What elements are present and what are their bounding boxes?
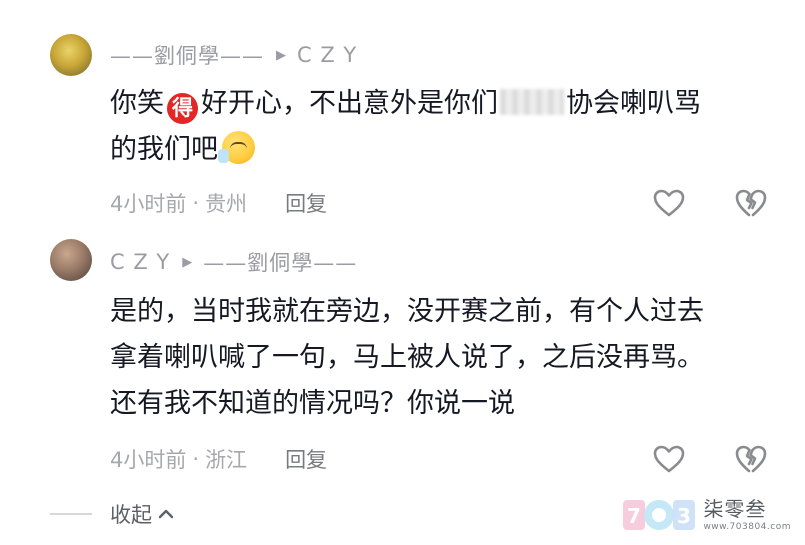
- reply-arrow-icon: ▶: [182, 254, 194, 270]
- comment-segment: 的我们吧: [110, 134, 218, 165]
- broken-heart-icon: [735, 189, 767, 217]
- avatar[interactable]: [50, 239, 92, 281]
- comment-header: C Z Y ▶ ——劉侗學——: [110, 247, 357, 277]
- thinking-face-emoji-icon: [218, 131, 255, 164]
- comment-meta: 4小时前 · 浙江 回复: [110, 441, 327, 477]
- divider: [50, 513, 92, 515]
- dislike-button[interactable]: [733, 185, 769, 221]
- reply-to-name[interactable]: C Z Y: [297, 43, 357, 67]
- timestamp: 4小时前: [110, 192, 187, 216]
- comment-line: 还有我不知道的情况吗？你说一说: [110, 388, 515, 419]
- location: 浙江: [205, 448, 248, 472]
- avatar[interactable]: [50, 34, 92, 76]
- blurred-text: [500, 89, 564, 115]
- timestamp: 4小时前: [110, 448, 187, 472]
- watermark-brand: 柒零叁: [703, 497, 767, 521]
- meta-separator: ·: [192, 447, 200, 471]
- comment-meta: 4小时前 · 贵州 回复: [110, 185, 327, 221]
- reply-arrow-icon: ▶: [276, 47, 287, 63]
- like-button[interactable]: [651, 185, 687, 221]
- comment-header: ——劉侗學—— ▶ C Z Y: [110, 40, 357, 70]
- comment-segment: 你笑: [110, 88, 164, 119]
- heart-outline-icon: [653, 445, 685, 473]
- comment-text: 是的，当时我就在旁边，没开赛之前，有个人过去 拿着喇叭喊了一句，马上被人说了，之…: [110, 289, 704, 427]
- heart-outline-icon: [653, 189, 685, 217]
- de-badge-icon: 得: [167, 93, 198, 124]
- broken-heart-icon: [735, 445, 767, 473]
- meta-separator: ·: [192, 191, 200, 215]
- svg-text:7: 7: [627, 504, 641, 528]
- watermark: 7 3 柒零叁 www.703804.com: [621, 493, 791, 537]
- watermark-url: www.703804.com: [703, 522, 791, 532]
- reply-button[interactable]: 回复: [285, 188, 327, 218]
- comment-segment: 协会喇叭骂: [566, 88, 701, 119]
- reply-to-name[interactable]: ——劉侗學——: [203, 247, 357, 277]
- comment-line: 拿着喇叭喊了一句，马上被人说了，之后没再骂。: [110, 342, 704, 373]
- watermark-logo-icon: 7 3: [623, 500, 696, 530]
- collapse-label: 收起: [110, 503, 152, 527]
- comment-thread: ——劉侗學—— ▶ C Z Y 你笑得好开心，不出意外是你们 协会喇叭骂 的我们吧…: [0, 0, 805, 545]
- location: 贵州: [205, 192, 248, 216]
- collapse-button[interactable]: 收起: [110, 499, 174, 529]
- watermark-text: 柒零叁 www.703804.com: [703, 497, 791, 533]
- svg-text:3: 3: [677, 504, 691, 528]
- comment-line: 的我们吧: [110, 127, 701, 173]
- comment-line: 是的，当时我就在旁边，没开赛之前，有个人过去: [110, 296, 704, 327]
- dislike-button[interactable]: [733, 441, 769, 477]
- like-button[interactable]: [651, 441, 687, 477]
- comment-text: 你笑得好开心，不出意外是你们 协会喇叭骂 的我们吧: [110, 81, 701, 173]
- collapse-replies: 收起: [50, 497, 174, 531]
- comment-line: 你笑得好开心，不出意外是你们 协会喇叭骂: [110, 81, 701, 127]
- chevron-up-icon: [158, 509, 174, 519]
- author-name[interactable]: C Z Y: [110, 250, 170, 274]
- author-name[interactable]: ——劉侗學——: [110, 40, 264, 70]
- reply-button[interactable]: 回复: [285, 444, 327, 474]
- comment-segment: 好开心，不出意外是你们: [201, 88, 498, 119]
